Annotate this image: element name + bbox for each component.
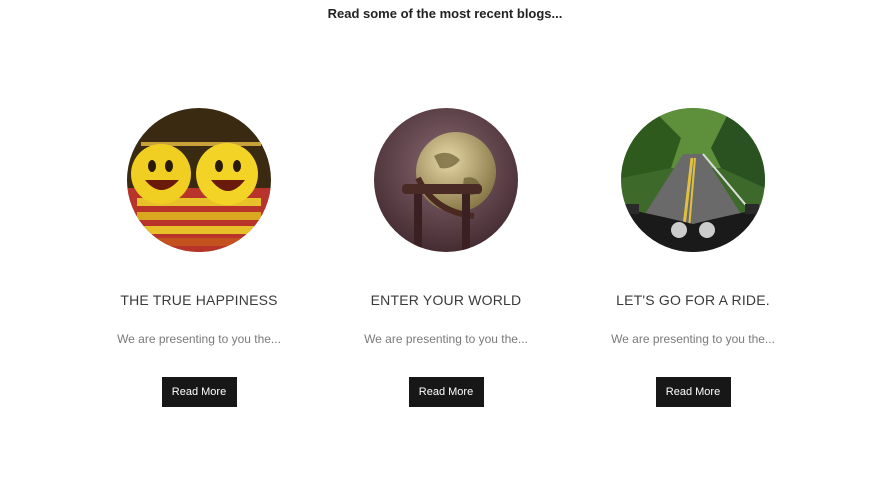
- post-thumbnail-motorcycle-road[interactable]: [621, 108, 765, 252]
- read-more-button[interactable]: Read More: [655, 377, 731, 407]
- blog-card: THE TRUE HAPPINESS We are presenting to …: [99, 108, 299, 407]
- section-intro-heading: Read some of the most recent blogs...: [327, 6, 563, 21]
- post-title[interactable]: ENTER YOUR WORLD: [346, 292, 546, 308]
- post-excerpt: We are presenting to you the...: [364, 332, 528, 346]
- post-thumbnail-smiley-faces[interactable]: [127, 108, 271, 252]
- post-thumbnail-globe[interactable]: [374, 108, 518, 252]
- post-excerpt: We are presenting to you the...: [611, 332, 775, 346]
- read-more-button[interactable]: Read More: [408, 377, 484, 407]
- read-more-button[interactable]: Read More: [161, 377, 237, 407]
- blog-card: ENTER YOUR WORLD We are presenting to yo…: [346, 108, 546, 407]
- blog-section: Read some of the most recent blogs... TH…: [0, 0, 874, 480]
- post-title[interactable]: LET'S GO FOR A RIDE.: [593, 292, 793, 308]
- post-title[interactable]: THE TRUE HAPPINESS: [99, 292, 299, 308]
- blog-card: LET'S GO FOR A RIDE. We are presenting t…: [593, 108, 793, 407]
- post-excerpt: We are presenting to you the...: [117, 332, 281, 346]
